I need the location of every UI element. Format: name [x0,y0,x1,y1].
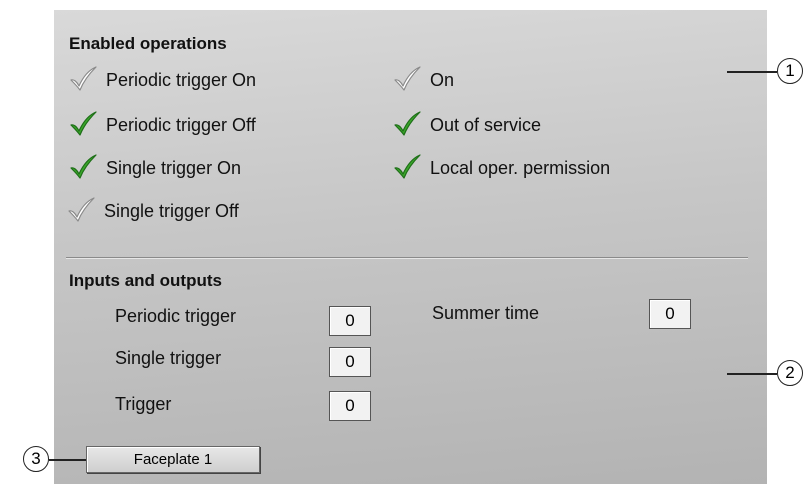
op-out-of-service: Out of service [392,109,542,142]
periodic-trigger-value: 0 [329,306,371,336]
periodic-trigger-label: Periodic trigger [115,306,237,326]
op-periodic-trigger-on: Periodic trigger On [68,64,257,97]
check-enabled-icon [392,152,430,185]
op-label: Single trigger On [106,157,242,178]
inputs-outputs-title: Inputs and outputs [69,271,222,290]
faceplate-1-button[interactable]: Faceplate 1 [86,446,260,473]
single-trigger-value: 0 [329,347,371,377]
op-label: Single trigger Off [104,200,239,221]
summer-time-value: 0 [649,299,691,329]
enabled-operations-title: Enabled operations [69,34,227,53]
check-disabled-icon [392,64,430,97]
op-on: On [392,64,455,97]
callout-1-leader [727,71,777,73]
op-periodic-trigger-off: Periodic trigger Off [68,109,256,142]
check-disabled-icon [66,195,104,228]
single-trigger-label: Single trigger [115,348,222,368]
op-local-oper-permission: Local oper. permission [392,152,611,185]
op-label: Periodic trigger On [106,69,257,90]
trigger-label: Trigger [115,394,172,414]
callout-3-leader [49,459,86,461]
summer-time-label: Summer time [432,303,540,323]
op-label: Local oper. permission [430,157,611,178]
callout-2-leader [727,373,777,375]
op-single-trigger-off: Single trigger Off [66,195,239,228]
trigger-value: 0 [329,391,371,421]
check-enabled-icon [68,152,106,185]
check-enabled-icon [392,109,430,142]
op-single-trigger-on: Single trigger On [68,152,242,185]
op-label: On [430,69,455,90]
callout-2: 2 [777,360,803,386]
section-divider [66,257,748,258]
check-disabled-icon [68,64,106,97]
callout-1: 1 [777,58,803,84]
op-label: Out of service [430,114,542,135]
check-enabled-icon [68,109,106,142]
op-label: Periodic trigger Off [106,114,256,135]
callout-3: 3 [23,446,49,472]
